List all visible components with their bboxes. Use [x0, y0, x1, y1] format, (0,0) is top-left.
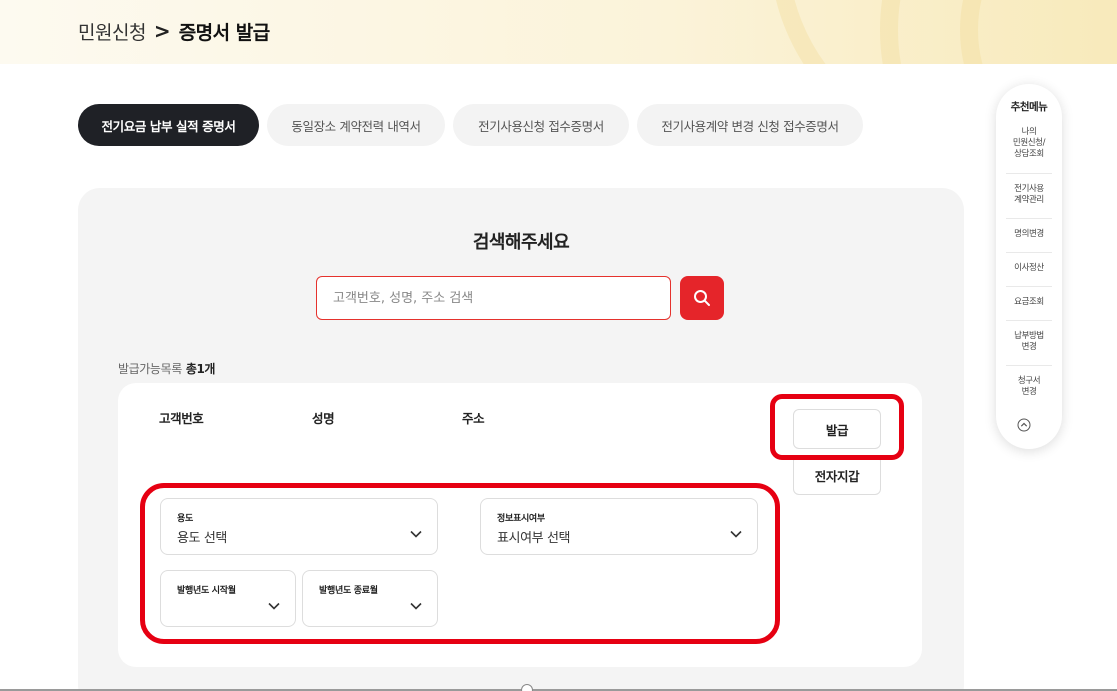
- quick-menu-title: 추천메뉴: [1010, 101, 1048, 113]
- column-customer-number: 고객번호: [159, 411, 204, 426]
- chevron-up-circle-icon[interactable]: [1017, 418, 1031, 432]
- quick-menu-item-bill-change[interactable]: 청구서 변경: [1004, 376, 1054, 398]
- tab-usage-application-receipt[interactable]: 전기사용신청 접수증명서: [453, 104, 629, 146]
- usage-select[interactable]: 용도 용도 선택: [160, 498, 438, 555]
- quick-menu-divider: [1006, 252, 1052, 253]
- e-wallet-button[interactable]: 전자지갑: [793, 455, 881, 495]
- start-month-select-label: 발행년도 시작월: [177, 586, 236, 596]
- quick-menu-divider: [1006, 286, 1052, 287]
- info-display-select[interactable]: 정보표시여부 표시여부 선택: [480, 498, 758, 555]
- tab-payment-certificate[interactable]: 전기요금 납부 실적 증명서: [78, 104, 259, 146]
- quick-menu-item-name-change[interactable]: 명의변경: [1004, 229, 1054, 240]
- quick-menu-divider: [1006, 173, 1052, 174]
- quick-menu-item-payment-method[interactable]: 납부방법 변경: [1004, 331, 1054, 353]
- tab-contract-change-receipt[interactable]: 전기사용계약 변경 신청 접수증명서: [637, 104, 863, 146]
- page-title: 증명서 발급: [178, 21, 271, 44]
- column-address: 주소: [462, 411, 485, 426]
- breadcrumb-parent[interactable]: 민원신청: [78, 18, 146, 45]
- available-list-total: 총1개: [185, 362, 216, 376]
- chevron-down-icon: [410, 602, 422, 610]
- end-month-select[interactable]: 발행년도 종료월: [302, 570, 438, 627]
- info-display-select-value: 표시여부 선택: [497, 531, 571, 546]
- usage-select-value: 용도 선택: [177, 531, 227, 546]
- available-list-count: 발급가능목록 총1개: [118, 360, 215, 377]
- usage-select-label: 용도: [177, 514, 193, 524]
- chevron-down-icon: [410, 530, 422, 538]
- search-input[interactable]: [316, 276, 671, 320]
- quick-menu-item-contract-management[interactable]: 전기사용 계약관리: [1004, 184, 1054, 206]
- quick-menu-divider: [1006, 320, 1052, 321]
- quick-menu-divider: [1006, 218, 1052, 219]
- quick-menu-item-moving-settlement[interactable]: 이사정산: [1004, 263, 1054, 274]
- certificate-tabs: 전기요금 납부 실적 증명서 동일장소 계약전력 내역서 전기사용신청 접수증명…: [78, 104, 863, 146]
- search-button[interactable]: [680, 276, 724, 320]
- breadcrumb-separator-icon: >: [153, 19, 171, 43]
- search-icon: [694, 290, 710, 306]
- quick-menu-item-my-requests[interactable]: 나의 민원신청/ 상담조회: [1004, 127, 1054, 160]
- column-name: 성명: [312, 411, 335, 426]
- chevron-down-icon: [730, 530, 742, 538]
- chevron-down-icon: [268, 602, 280, 610]
- quick-menu-divider: [1006, 365, 1052, 366]
- tab-contract-power-statement[interactable]: 동일장소 계약전력 내역서: [267, 104, 445, 146]
- start-month-select[interactable]: 발행년도 시작월: [160, 570, 296, 627]
- available-list-label: 발급가능목록: [118, 362, 182, 376]
- quick-menu: 추천메뉴 나의 민원신청/ 상담조회 전기사용 계약관리 명의변경 이사정산 요…: [996, 84, 1062, 449]
- breadcrumb: 민원신청 > 증명서 발급: [78, 18, 270, 44]
- search-title: 검색해주세요: [472, 232, 570, 253]
- issue-button[interactable]: 발급: [793, 409, 881, 449]
- scroll-indicator[interactable]: [521, 684, 533, 691]
- info-display-select-label: 정보표시여부: [497, 514, 545, 524]
- quick-menu-item-bill-inquiry[interactable]: 요금조회: [1004, 297, 1054, 308]
- end-month-select-label: 발행년도 종료월: [319, 586, 378, 596]
